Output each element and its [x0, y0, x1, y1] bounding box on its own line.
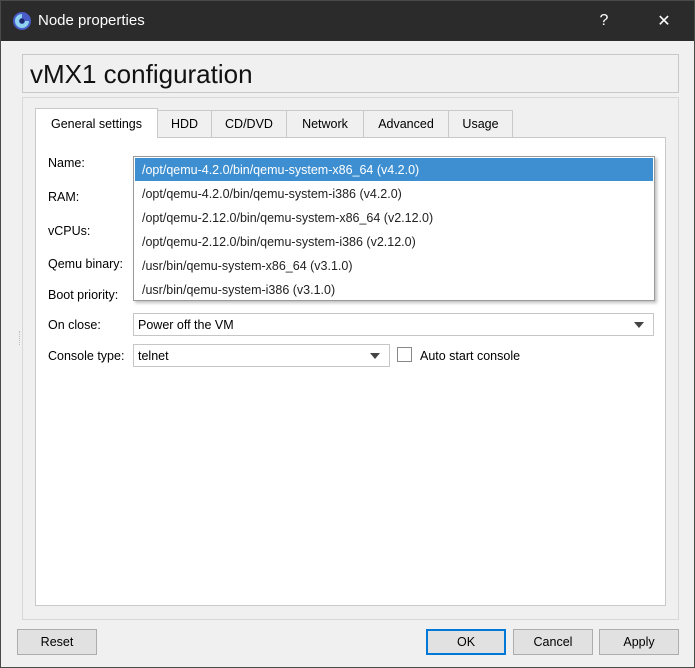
- console-type-select[interactable]: telnet: [133, 344, 390, 367]
- tab-label: General settings: [50, 116, 143, 131]
- config-header: vMX1 configuration: [22, 54, 679, 93]
- ok-button[interactable]: OK: [426, 629, 506, 655]
- chevron-down-icon: [634, 322, 644, 328]
- reset-button[interactable]: Reset: [17, 629, 97, 655]
- chevron-down-icon: [370, 353, 380, 359]
- qemu-binary-label: Qemu binary:: [48, 257, 124, 271]
- cancel-button[interactable]: Cancel: [513, 629, 593, 655]
- tab-label: Network: [302, 117, 348, 131]
- tab-network[interactable]: Network: [286, 110, 364, 137]
- tab-label: CD/DVD: [225, 117, 273, 131]
- reset-button-label: Reset: [40, 635, 74, 649]
- cancel-button-label: Cancel: [533, 635, 573, 649]
- node-properties-dialog: Node properties ? ✕ vMX1 configuration G…: [0, 0, 695, 668]
- config-title: vMX1 configuration: [30, 59, 253, 89]
- qemu-binary-option[interactable]: /opt/qemu-4.2.0/bin/qemu-system-i386 (v4…: [135, 182, 653, 205]
- ram-label: RAM:: [48, 190, 80, 204]
- window-title: Node properties: [38, 12, 145, 29]
- splitter-grip[interactable]: [19, 331, 22, 345]
- close-icon: ✕: [657, 13, 671, 30]
- tab-label: Advanced: [378, 117, 434, 131]
- qemu-binary-option[interactable]: /opt/qemu-2.12.0/bin/qemu-system-x86_64 …: [135, 206, 653, 229]
- qemu-binary-option[interactable]: /opt/qemu-4.2.0/bin/qemu-system-x86_64 (…: [135, 158, 653, 181]
- qemu-binary-dropdown[interactable]: /opt/qemu-4.2.0/bin/qemu-system-x86_64 (…: [133, 156, 655, 301]
- close-button[interactable]: ✕: [641, 1, 687, 41]
- title-bar[interactable]: Node properties ? ✕: [1, 1, 694, 41]
- boot-priority-label: Boot priority:: [48, 288, 119, 302]
- apply-button-label: Apply: [623, 635, 655, 649]
- qemu-binary-option[interactable]: /opt/qemu-2.12.0/bin/qemu-system-i386 (v…: [135, 230, 653, 253]
- console-type-value: telnet: [138, 348, 169, 363]
- help-button[interactable]: ?: [581, 1, 627, 41]
- tab-label: HDD: [170, 117, 199, 131]
- ok-button-label: OK: [456, 635, 476, 649]
- help-icon: ?: [599, 12, 609, 29]
- tab-usage[interactable]: Usage: [448, 110, 513, 137]
- console-type-label: Console type:: [48, 349, 125, 363]
- auto-start-console-label[interactable]: Auto start console: [420, 349, 520, 363]
- qemu-binary-option[interactable]: /usr/bin/qemu-system-x86_64 (v3.1.0): [135, 254, 653, 277]
- tab-general-settings[interactable]: General settings: [35, 108, 158, 138]
- on-close-value: Power off the VM: [138, 317, 234, 332]
- tab-label: Usage: [462, 117, 499, 131]
- name-label: Name:: [48, 156, 85, 170]
- gns3-app-icon: [13, 12, 31, 30]
- tab-advanced[interactable]: Advanced: [363, 110, 449, 137]
- on-close-select[interactable]: Power off the VM: [133, 313, 654, 336]
- on-close-label: On close:: [48, 318, 101, 332]
- tab-cd-dvd[interactable]: CD/DVD: [211, 110, 287, 137]
- apply-button[interactable]: Apply: [599, 629, 679, 655]
- vcpus-label: vCPUs:: [48, 224, 91, 238]
- qemu-binary-option[interactable]: /usr/bin/qemu-system-i386 (v3.1.0): [135, 278, 653, 301]
- auto-start-console-checkbox[interactable]: [397, 347, 412, 362]
- tab-hdd[interactable]: HDD: [157, 110, 212, 137]
